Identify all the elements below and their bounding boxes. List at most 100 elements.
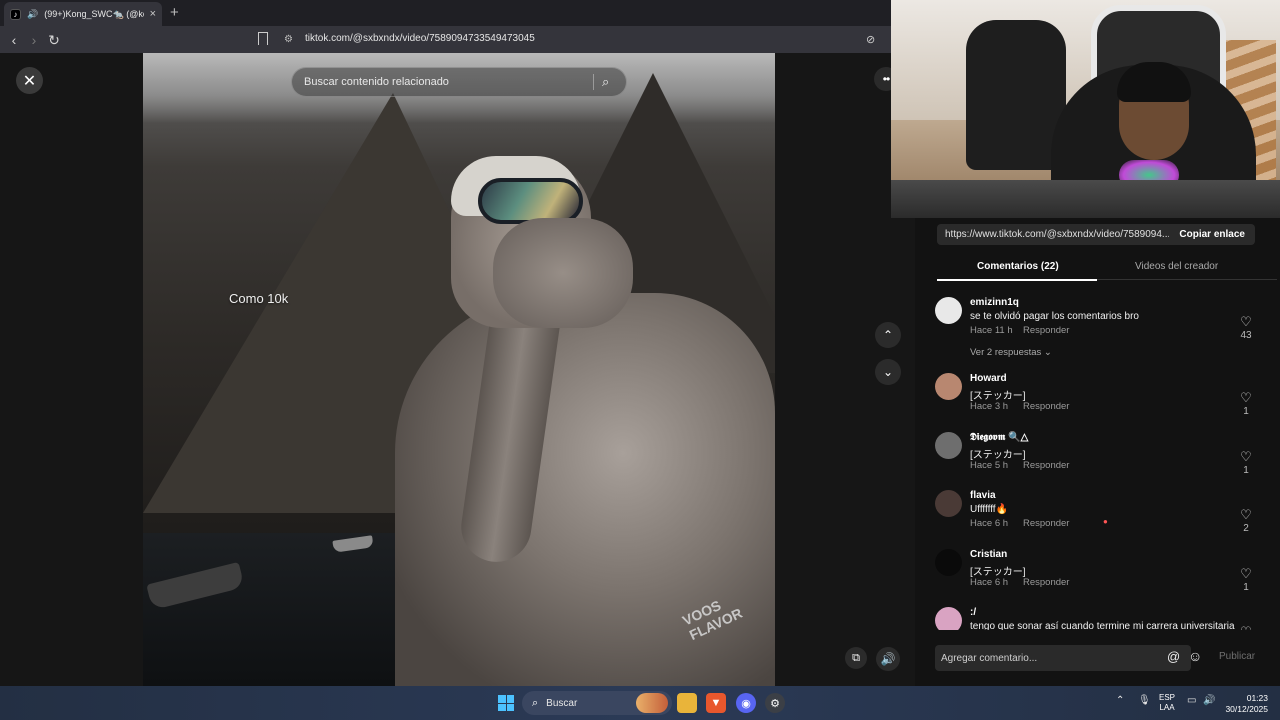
tracking-protection-icon[interactable]: ⊘ [866,33,875,46]
search-icon[interactable]: ⌕ [602,74,626,90]
comment-username[interactable]: 𝕯𝖎𝖊𝖌𝖔𝖛𝖒 🔍△ [970,432,1028,443]
new-tab-button[interactable]: + [170,4,179,21]
picture-in-picture-icon[interactable]: ⧉ [845,647,867,669]
clock-date: 30/12/2025 [1225,704,1268,714]
heart-icon[interactable]: ♡ [1236,314,1256,330]
comment-username[interactable]: Howard [970,373,1007,384]
webcam-overlay [891,0,1280,218]
related-search-input[interactable] [304,76,593,88]
comment-list[interactable]: emizinn1q se te olvidó pagar los comenta… [935,293,1275,630]
publish-button[interactable]: Publicar [1219,651,1255,662]
comment-text: [ステッカー] [970,567,1026,578]
volume-icon[interactable]: 🔊 [876,647,900,671]
comment-item: :/ tengo que sonar así cuando termine mi… [935,605,1255,630]
speaker-icon[interactable]: 🔊 [1203,695,1215,706]
reply-button[interactable]: Responder [1023,460,1069,471]
comment-time: Hace 6 h [970,577,1009,588]
address-bar[interactable]: tiktok.com/@sxbxndx/video/75890947335494… [305,33,535,44]
person-hands [493,218,633,328]
language-indicator[interactable]: ESP LAA [1159,693,1175,713]
avatar[interactable] [935,607,962,630]
comment-item: flavia Ufffffff🔥 Hace 6 h Responder ● ♡ … [935,488,1255,546]
forward-button[interactable]: › [24,30,44,50]
mention-icon[interactable]: @ [1167,649,1180,664]
widgets-icon[interactable] [636,693,668,713]
sticker-icon: ● [1103,517,1108,526]
reply-button[interactable]: Responder [1023,577,1069,588]
site-info-icon[interactable]: ⚙ [284,34,294,45]
comment-time: Hace 11 h [970,325,1013,336]
related-search-box[interactable]: ⌕ [291,67,627,97]
comment-time: Hace 5 h [970,460,1009,471]
comment-username[interactable]: flavia [970,490,996,501]
taskbar-search-label: Buscar [546,697,578,709]
video-area: ✕ VOOS FLAVOR Como 10k ⌕ [0,53,915,686]
comment-item: Howard [ステッカー] Hace 3 h Responder ♡ 1 [935,371,1255,429]
browser-tab[interactable]: ♪ 🔊 (99+)Kong_SWC🐀 (@kongs × [4,2,162,26]
steam-icon[interactable]: ⚙ [765,693,785,713]
brave-browser-icon[interactable]: ▼ [706,693,726,713]
video-caption: Como 10k [229,291,289,306]
avatar[interactable] [935,373,962,400]
next-video-button[interactable]: ⌄ [875,359,901,385]
tiktok-favicon-icon: ♪ [10,8,21,20]
active-tab-indicator [937,279,1097,281]
back-button[interactable]: ‹ [4,30,24,50]
reply-button[interactable]: Responder [1023,401,1069,412]
comment-text: Ufffffff🔥 [970,504,1009,515]
language-code: ESP [1159,693,1176,702]
layout-code: LAA [1159,703,1175,712]
search-divider [593,74,594,90]
share-link-row: https://www.tiktok.com/@sxbxndx/video/75… [937,224,1255,245]
tab-title: (99+)Kong_SWC🐀 (@kongs [44,8,143,19]
like-count: 2 [1243,523,1249,534]
video-player[interactable]: VOOS FLAVOR Como 10k ⌕ [143,53,775,686]
desk [891,180,1280,218]
close-video-button[interactable]: ✕ [16,67,43,94]
tab-comments[interactable]: Comentarios (22) [977,261,1059,272]
copy-link-button[interactable]: Copiar enlace [1169,229,1255,240]
comment-time: Hace 6 h [970,518,1009,529]
comment-time: Hace 3 h [970,401,1009,412]
tab-close-button[interactable]: × [150,8,156,20]
system-clock[interactable]: 01:23 30/12/2025 [1222,693,1268,715]
comment-username[interactable]: Cristian [970,549,1007,560]
speaker-icon[interactable]: 🔊 [27,9,38,20]
view-replies-button[interactable]: Ver 2 respuestas ⌄ [970,347,1052,358]
avatar[interactable] [935,432,962,459]
heart-icon[interactable]: ♡ [1236,507,1256,523]
comment-username[interactable]: emizinn1q [970,297,1019,308]
file-explorer-icon[interactable] [677,693,697,713]
previous-video-button[interactable]: ⌃ [875,322,901,348]
discord-icon[interactable]: ◉ [736,693,756,713]
heart-icon[interactable]: ♡ [1236,566,1256,582]
comment-input[interactable] [935,645,1191,671]
bookmark-icon[interactable] [258,32,268,45]
microphone-icon[interactable]: 🎙 [1138,695,1151,706]
windows-start-icon[interactable] [498,695,514,711]
tab-creator-videos[interactable]: Videos del creador [1135,261,1218,272]
comment-item: emizinn1q se te olvidó pagar los comenta… [935,295,1256,358]
heart-icon[interactable]: ♡ [1236,624,1256,630]
reply-button[interactable]: Responder [1023,325,1069,336]
comment-username[interactable]: :/ [970,607,976,618]
heart-icon[interactable]: ♡ [1236,449,1256,465]
avatar[interactable] [935,490,962,517]
like-count: 43 [1240,330,1252,341]
reply-button[interactable]: Responder [1023,518,1069,529]
like-count: 1 [1243,582,1249,593]
display-icon[interactable]: ▭ [1187,695,1196,706]
avatar[interactable] [935,549,962,576]
clock-time: 01:23 [1246,693,1268,703]
avatar[interactable] [935,297,962,324]
comment-item: 𝕯𝖎𝖊𝖌𝖔𝖛𝖒 🔍△ [ステッカー] Hace 5 h Responder ♡ … [935,430,1255,488]
heart-icon[interactable]: ♡ [1236,390,1256,406]
emoji-icon[interactable]: ☺ [1188,648,1202,664]
share-link[interactable]: https://www.tiktok.com/@sxbxndx/video/75… [937,229,1169,240]
search-icon: ⌕ [532,696,539,709]
reload-button[interactable]: ↻ [44,30,64,50]
comment-text: tengo que sonar así cuando termine mi ca… [970,621,1235,630]
panel-tabs: Comentarios (22) Videos del creador [937,256,1277,281]
show-hidden-icons-chevron-up-icon[interactable]: ⌃ [1116,695,1124,706]
comment-text: se te olvidó pagar los comentarios bro [970,311,1139,322]
